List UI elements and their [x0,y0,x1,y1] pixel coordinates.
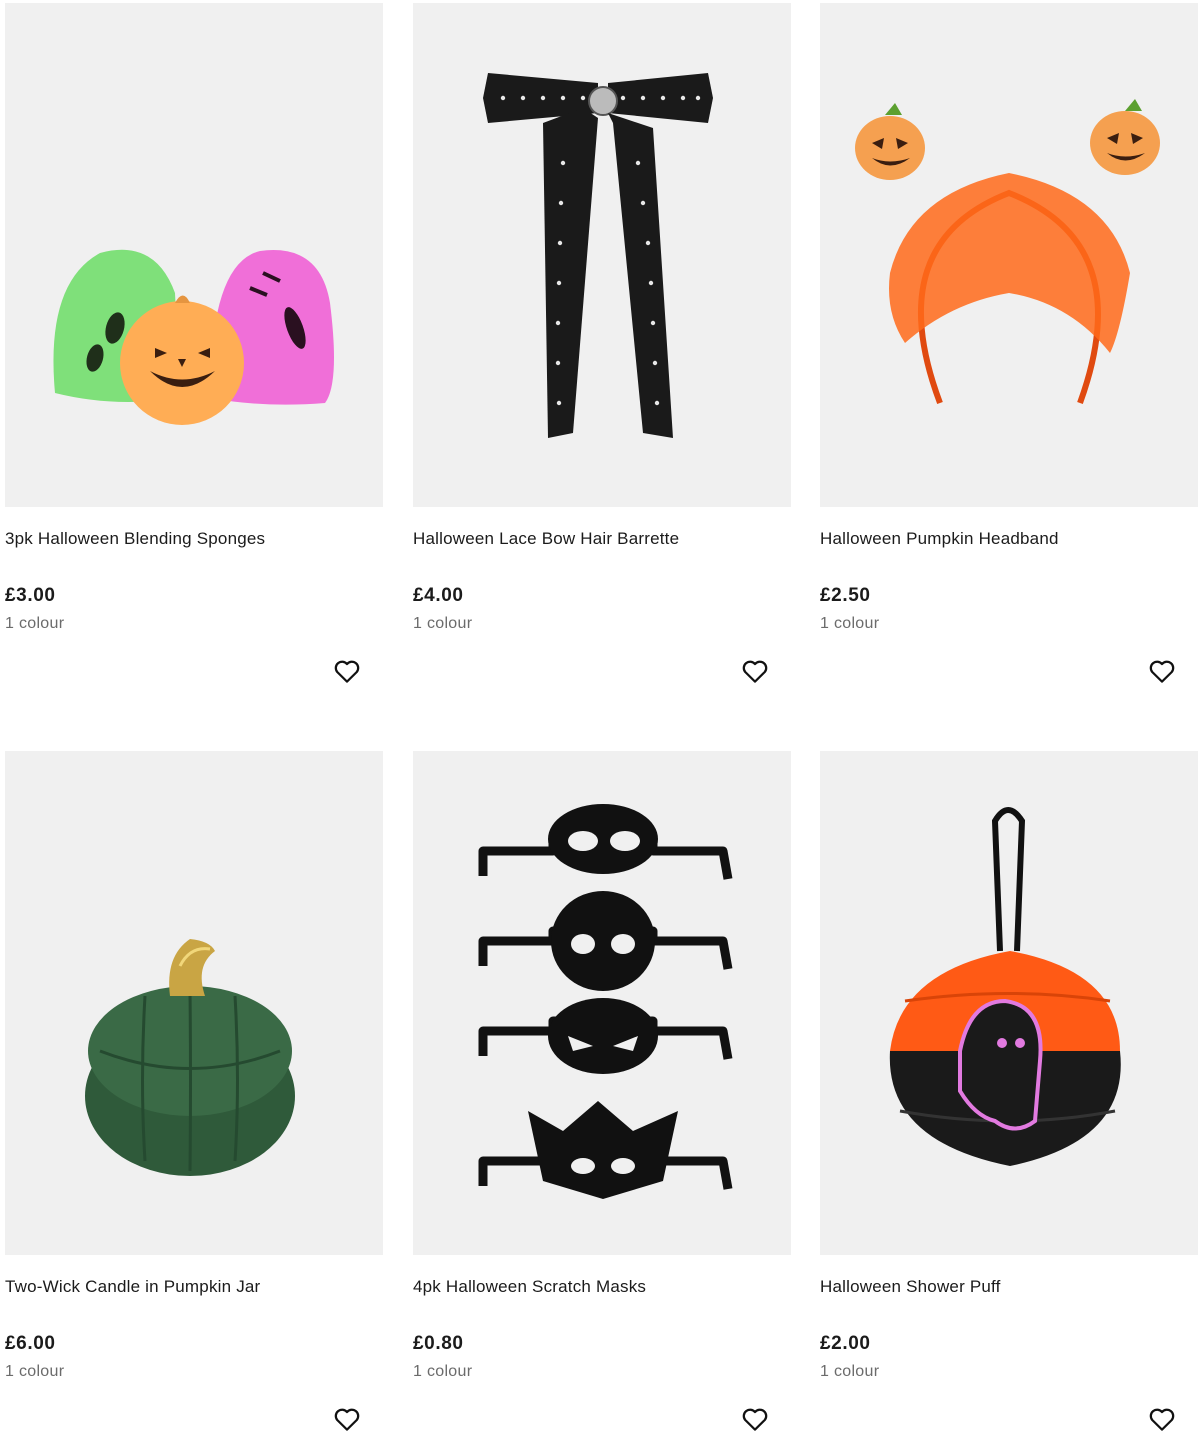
wishlist-button[interactable] [739,1403,771,1435]
heart-icon [334,1408,360,1431]
product-price: £2.00 [820,1333,871,1354]
pumpkin-headband-image [855,99,1160,405]
product-card[interactable]: Halloween Lace Bow Hair Barrette £4.00 1… [413,3,791,723]
product-card[interactable]: Halloween Pumpkin Headband £2.50 1 colou… [820,3,1198,723]
product-card[interactable]: Two-Wick Candle in Pumpkin Jar £6.00 1 c… [5,751,383,1439]
product-colour-count: 1 colour [5,1363,65,1380]
product-colour-count: 1 colour [413,1363,473,1380]
product-title[interactable]: Halloween Shower Puff [820,1277,1001,1297]
product-price: £0.80 [413,1333,464,1354]
product-card[interactable]: Halloween Shower Puff £2.00 1 colour [820,751,1198,1439]
product-grid: 3pk Halloween Blending Sponges £3.00 1 c… [0,0,1200,1439]
wishlist-button[interactable] [1146,1403,1178,1435]
product-card[interactable]: 3pk Halloween Blending Sponges £3.00 1 c… [5,3,383,723]
product-title[interactable]: Halloween Lace Bow Hair Barrette [413,529,679,549]
heart-icon [742,1408,768,1431]
product-image[interactable] [5,751,383,1255]
scratch-masks-image [478,804,733,1199]
product-colour-count: 1 colour [820,615,880,632]
product-price: £2.50 [820,585,871,606]
product-title[interactable]: 3pk Halloween Blending Sponges [5,529,265,549]
heart-icon [334,660,360,683]
wishlist-button[interactable] [331,655,363,687]
lace-bow-image [483,73,713,438]
product-image[interactable] [820,751,1198,1255]
product-colour-count: 1 colour [820,1363,880,1380]
heart-icon [1149,1408,1175,1431]
product-image[interactable] [413,3,791,507]
product-image[interactable] [820,3,1198,507]
wishlist-button[interactable] [331,1403,363,1435]
wishlist-button[interactable] [739,655,771,687]
product-title[interactable]: Halloween Pumpkin Headband [820,529,1059,549]
product-title[interactable]: Two-Wick Candle in Pumpkin Jar [5,1277,260,1297]
product-card[interactable]: 4pk Halloween Scratch Masks £0.80 1 colo… [413,751,791,1439]
product-price: £3.00 [5,585,56,606]
blending-sponges-image [53,249,334,425]
heart-icon [1149,660,1175,683]
product-colour-count: 1 colour [5,615,65,632]
shower-puff-image [889,807,1121,1166]
product-colour-count: 1 colour [413,615,473,632]
product-image[interactable] [413,751,791,1255]
heart-icon [742,660,768,683]
product-price: £4.00 [413,585,464,606]
product-image[interactable] [5,3,383,507]
product-price: £6.00 [5,1333,56,1354]
product-title[interactable]: 4pk Halloween Scratch Masks [413,1277,646,1297]
pumpkin-candle-image [85,939,295,1176]
wishlist-button[interactable] [1146,655,1178,687]
